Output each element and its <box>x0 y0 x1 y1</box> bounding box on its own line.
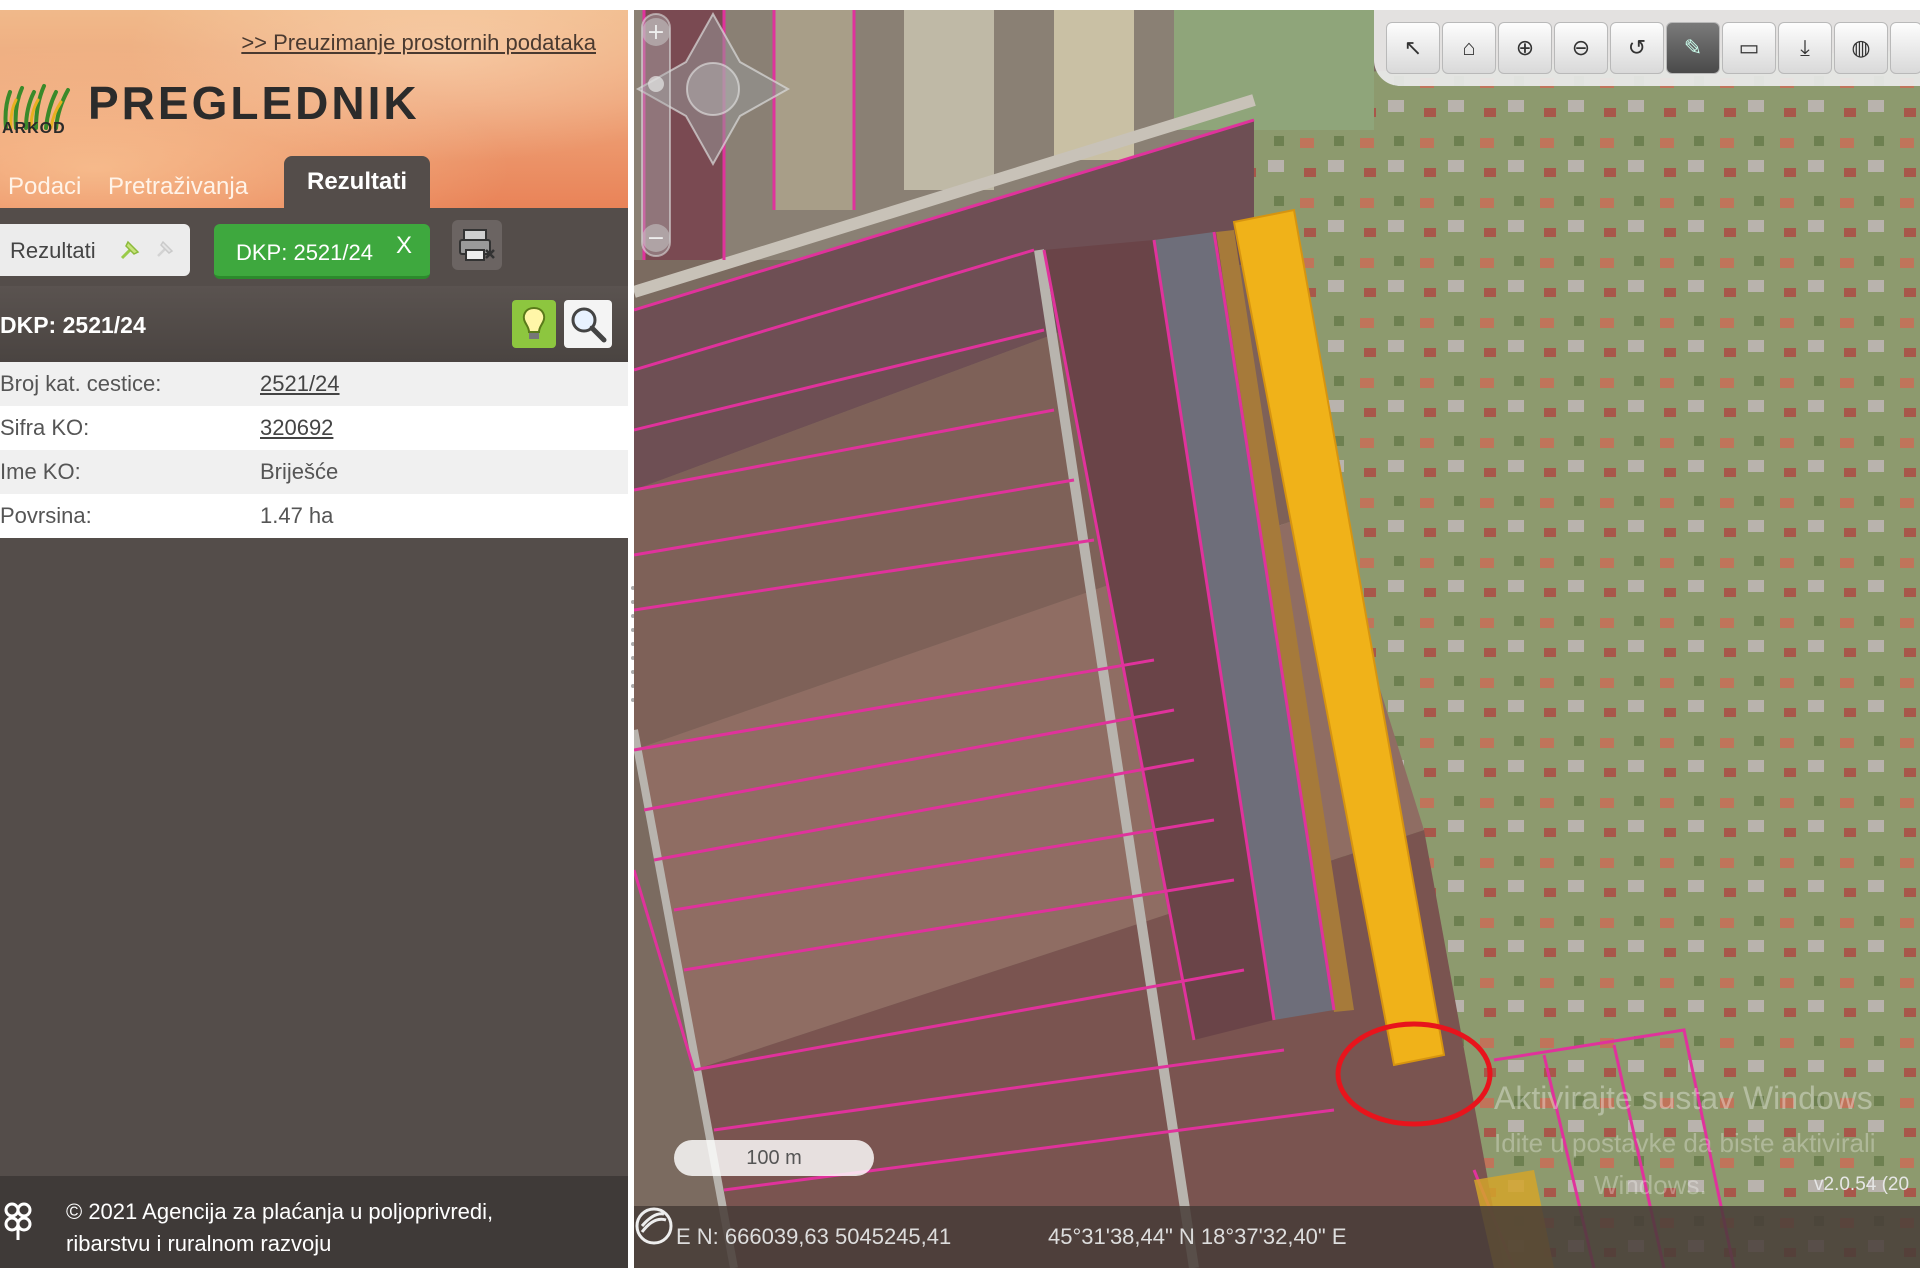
home-icon: ⌂ <box>1462 35 1476 60</box>
pan-icon: ↺ <box>1627 35 1647 60</box>
property-key: Broj kat. cestice: <box>0 371 162 396</box>
close-icon[interactable]: X <box>396 232 412 260</box>
property-key: Sifra KO: <box>0 415 90 440</box>
dkp-chip[interactable]: DKP: 2521/24 X <box>214 224 430 279</box>
result-header: DKP: 2521/24 <box>0 286 628 362</box>
copyright-line: © 2021 Agencija za plaćanja u poljoprivr… <box>66 1199 494 1224</box>
zoom-in-icon: ⊕ <box>1515 35 1535 60</box>
zoom-out-button[interactable]: ⊖ <box>1554 22 1608 74</box>
pan-button[interactable]: ↺ <box>1610 22 1664 74</box>
zoom-in-button[interactable]: ⊕ <box>1498 22 1552 74</box>
properties-table: Broj kat. cestice: 2521/24 Sifra KO: 320… <box>0 362 628 538</box>
measure-icon: ▭ <box>1738 35 1760 60</box>
coordinate-bar: E N: 666039,63 5045245,41 45°31'38,44" N… <box>634 1206 1920 1268</box>
select-button[interactable]: ✎ <box>1666 22 1720 74</box>
version-label: v2.0.54 (20 <box>1814 1174 1910 1195</box>
table-row: Ime KO: Briješće <box>0 450 628 494</box>
coordinates-en: E N: 666039,63 5045245,41 <box>676 1224 952 1249</box>
unpin-icon[interactable] <box>154 236 178 260</box>
pin-icon[interactable] <box>118 236 144 262</box>
app-title: PREGLEDNIK <box>88 77 420 129</box>
scale-bar: 100 m <box>674 1140 874 1176</box>
results-toolbar: Rezultati DKP: 2521/24 X <box>0 208 628 286</box>
home-button[interactable]: ⌂ <box>1442 22 1496 74</box>
scale-label: 100 m <box>746 1147 802 1169</box>
table-row: Povrsina: 1.47 ha <box>0 494 628 538</box>
print-button[interactable] <box>452 220 502 270</box>
property-value: Briješće <box>260 459 339 484</box>
agency-logo-icon <box>4 1202 32 1240</box>
magnifier-icon <box>571 307 607 343</box>
brand-icon <box>635 1207 673 1245</box>
ko-code-link[interactable]: 320692 <box>260 415 333 440</box>
dkp-chip-label: DKP: 2521/24 <box>236 240 373 265</box>
svg-text:+: + <box>647 20 665 45</box>
windows-watermark: Aktivirajte sustav Windows <box>1494 1080 1873 1116</box>
zoom-out-icon: ⊖ <box>1571 35 1591 60</box>
identify-icon: ↖ <box>1403 35 1423 60</box>
property-key: Povrsina: <box>0 503 92 528</box>
svg-text:−: − <box>647 226 665 251</box>
highlight-button[interactable] <box>512 300 556 348</box>
app-window: >> Preuzimanje prostornih podataka ARKOD… <box>0 10 1920 1268</box>
identify-button[interactable]: ↖ <box>1386 22 1440 74</box>
table-row: Broj kat. cestice: 2521/24 <box>0 362 628 406</box>
globe-button[interactable]: ◍ <box>1834 22 1888 74</box>
globe-icon: ◍ <box>1851 35 1871 60</box>
results-chip-label: Rezultati <box>10 238 96 263</box>
tab-rezultati[interactable]: Rezultati <box>284 156 430 208</box>
download-icon: ⤓ <box>1800 35 1810 60</box>
tab-pretrazivanja[interactable]: Pretraživanja <box>108 166 248 208</box>
coordinates-geo: 45°31'38,44" N 18°37'32,40" E <box>1048 1224 1347 1249</box>
footer: © 2021 Agencija za plaćanja u poljoprivr… <box>0 1176 628 1268</box>
more-tools-button[interactable] <box>1890 22 1920 74</box>
header-banner: >> Preuzimanje prostornih podataka ARKOD… <box>0 10 628 208</box>
windows-watermark: Idite u postavke da biste aktivirali <box>1494 1128 1876 1158</box>
windows-watermark: Windows. <box>1594 1170 1707 1200</box>
property-value: 320692 <box>260 406 628 450</box>
result-title: DKP: 2521/24 <box>0 312 146 338</box>
results-chip[interactable]: Rezultati <box>0 224 190 276</box>
copyright-text: © 2021 Agencija za plaćanja u poljoprivr… <box>66 1196 626 1260</box>
lightbulb-icon <box>522 306 546 339</box>
map-view[interactable]: + − ↖ ⌂ ⊕ ⊖ ↺ ✎ ▭ ⤓ ◍ 100 m Aktivirajte … <box>634 10 1920 1268</box>
table-row: Sifra KO: 320692 <box>0 406 628 450</box>
measure-button[interactable]: ▭ <box>1722 22 1776 74</box>
logo-subtitle: ARKOD <box>2 120 66 137</box>
map-toolbar: ↖ ⌂ ⊕ ⊖ ↺ ✎ ▭ ⤓ ◍ <box>1374 10 1920 86</box>
left-panel: >> Preuzimanje prostornih podataka ARKOD… <box>0 10 628 1268</box>
print-icon <box>459 229 495 261</box>
parcel-number-link[interactable]: 2521/24 <box>260 371 340 396</box>
property-value: 2521/24 <box>260 362 628 406</box>
download-data-link[interactable]: >> Preuzimanje prostornih podataka <box>241 30 596 56</box>
select-icon: ✎ <box>1683 35 1703 60</box>
property-value: 1.47 ha <box>260 503 334 528</box>
copyright-line: ribarstvu i ruralnom razvoju <box>66 1231 332 1256</box>
property-key: Ime KO: <box>0 459 81 484</box>
tab-podaci[interactable]: Podaci <box>8 166 81 208</box>
download-button[interactable]: ⤓ <box>1778 22 1832 74</box>
zoom-slider[interactable]: + − <box>634 10 678 260</box>
zoom-to-button[interactable] <box>564 300 612 348</box>
